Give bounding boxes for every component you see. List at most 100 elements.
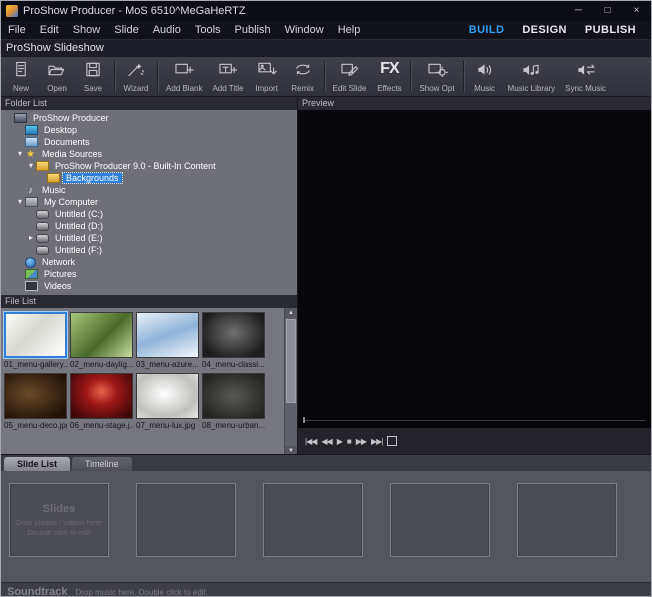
folder-item-label: Untitled (D:) (52, 221, 106, 231)
menu-item-file[interactable]: File (1, 24, 33, 36)
chevron-down-icon[interactable]: ▾ (15, 196, 25, 208)
main-area: Folder List ProShow ProducerDesktopDocum… (1, 96, 651, 454)
playback-play-button[interactable]: ▶ (337, 437, 342, 446)
speaker-icon (473, 60, 497, 78)
folder-item-label: ProShow Producer (30, 113, 112, 123)
menu-item-tools[interactable]: Tools (188, 24, 228, 36)
slide-placeholder[interactable] (390, 483, 490, 557)
toolbar-separator (114, 61, 115, 92)
file-name: 02_menu-daylig... (70, 360, 133, 369)
playback-stop-button[interactable]: ■ (347, 437, 351, 446)
folder-item-my-computer[interactable]: ▾My Computer (1, 196, 297, 208)
scrollbar-track[interactable] (285, 318, 297, 446)
scrollbar-thumb[interactable] (286, 319, 296, 403)
folder-item-proshow-producer-9-0-built-in-content[interactable]: ▾ProShow Producer 9.0 - Built-In Content (1, 160, 297, 172)
folder-item-network[interactable]: Network (1, 256, 297, 268)
menu-item-edit[interactable]: Edit (33, 24, 66, 36)
tab-timeline[interactable]: Timeline (72, 457, 132, 471)
toolbar-button-label: New (13, 84, 29, 93)
file-list-header: File List (1, 295, 297, 308)
mode-build[interactable]: BUILD (460, 24, 514, 36)
playback-fast-forward-button[interactable]: ▶▶ (356, 437, 366, 446)
playback-skip-end-button[interactable]: ▶▶| (371, 437, 382, 446)
show-options-icon (425, 60, 449, 78)
folder-item-untitled-e[interactable]: ▸Untitled (E:) (1, 232, 297, 244)
soundtrack-label: Soundtrack (7, 586, 68, 597)
slide-placeholder[interactable] (136, 483, 236, 557)
close-button[interactable]: × (622, 1, 651, 21)
toolbar-new-button[interactable]: New (3, 58, 39, 95)
folder-item-proshow-producer[interactable]: ProShow Producer (1, 112, 297, 124)
toolbar-effects-button[interactable]: FXEffects (371, 58, 407, 95)
folder-item-videos[interactable]: Videos (1, 280, 297, 292)
toolbar-show-opt-button[interactable]: Show Opt (414, 58, 459, 95)
file-item-08-menu-urban[interactable]: 08_menu-urban... (202, 373, 265, 430)
file-item-06-menu-stage-j[interactable]: 06_menu-stage.j... (70, 373, 133, 430)
toolbar-wizard-button[interactable]: Wizard (118, 58, 154, 95)
file-item-02-menu-daylig[interactable]: 02_menu-daylig... (70, 312, 133, 369)
menu-item-window[interactable]: Window (278, 24, 331, 36)
folder-item-media-sources[interactable]: ▾★Media Sources (1, 148, 297, 160)
folder-item-untitled-f[interactable]: Untitled (F:) (1, 244, 297, 256)
toolbar-edit-slide-button[interactable]: Edit Slide (328, 58, 372, 95)
menu-item-publish[interactable]: Publish (228, 24, 278, 36)
folder-item-pictures[interactable]: Pictures (1, 268, 297, 280)
chevron-right-icon[interactable]: ▸ (26, 232, 36, 244)
file-item-03-menu-azure[interactable]: 03_menu-azure... (136, 312, 199, 369)
toolbar-add-title-button[interactable]: Add Title (207, 58, 248, 95)
folder-item-label: Untitled (F:) (52, 245, 105, 255)
slide-placeholder[interactable] (263, 483, 363, 557)
file-item-05-menu-deco-jpg[interactable]: 05_menu-deco.jpg (4, 373, 67, 430)
folder-icon (36, 161, 49, 171)
left-panel: Folder List ProShow ProducerDesktopDocum… (1, 97, 298, 454)
playback-fullscreen-button[interactable] (387, 436, 397, 446)
folder-item-desktop[interactable]: Desktop (1, 124, 297, 136)
minimize-button[interactable]: ─ (564, 1, 593, 21)
toolbar-import-button[interactable]: Import (249, 58, 285, 95)
chevron-down-icon[interactable]: ▾ (15, 148, 25, 160)
folder-item-untitled-d[interactable]: Untitled (D:) (1, 220, 297, 232)
mode-design[interactable]: DESIGN (513, 24, 576, 36)
menu-item-show[interactable]: Show (66, 24, 108, 36)
menu-item-help[interactable]: Help (331, 24, 368, 36)
slide-placeholder[interactable] (517, 483, 617, 557)
preview-panel: Preview |◀◀◀◀▶■▶▶▶▶| (298, 97, 651, 454)
maximize-button[interactable]: □ (593, 1, 622, 21)
file-item-04-menu-classi[interactable]: 04_menu-classi... (202, 312, 265, 369)
toolbar-open-button[interactable]: Open (39, 58, 75, 95)
menu-item-slide[interactable]: Slide (107, 24, 145, 36)
toolbar-music-library-button[interactable]: Music Library (503, 58, 561, 95)
file-list-scrollbar[interactable]: ▲ ▼ (284, 308, 297, 456)
menu-item-audio[interactable]: Audio (146, 24, 188, 36)
scroll-up-icon[interactable]: ▲ (285, 308, 297, 318)
folder-item-untitled-c[interactable]: Untitled (C:) (1, 208, 297, 220)
soundtrack-hint: Drop music here. Double click to edit. (76, 588, 209, 597)
toolbar-sync-music-button[interactable]: Sync Music (560, 58, 611, 95)
folder-item-music[interactable]: ♪Music (1, 184, 297, 196)
mode-publish[interactable]: PUBLISH (576, 24, 645, 36)
transport-controls: |◀◀ ◀◀ ▶ ■ ▶▶ ▶▶| (298, 428, 651, 454)
tab-slide-list[interactable]: Slide List (4, 457, 70, 471)
remix-icon (291, 60, 315, 78)
file-item-07-menu-lux-jpg[interactable]: 07_menu-lux.jpg (136, 373, 199, 430)
toolbar-add-blank-button[interactable]: Add Blank (161, 58, 207, 95)
toolbar-button-label: Edit Slide (333, 84, 367, 93)
folder-item-label: Videos (41, 281, 74, 291)
chevron-down-icon[interactable]: ▾ (26, 160, 36, 172)
toolbar-button-label: Effects (377, 84, 401, 93)
preview-scrubber[interactable] (303, 420, 646, 421)
toolbar-save-button[interactable]: Save (75, 58, 111, 95)
toolbar-music-button[interactable]: Music (467, 58, 503, 95)
folder-item-backgrounds[interactable]: Backgrounds (1, 172, 297, 184)
file-item-01-menu-gallery[interactable]: 01_menu-gallery... (4, 312, 67, 369)
playback-skip-start-button[interactable]: |◀◀ (305, 437, 316, 446)
toolbar-button-label: Add Blank (166, 84, 202, 93)
toolbar-remix-button[interactable]: Remix (285, 58, 321, 95)
soundtrack-bar[interactable]: Soundtrack Drop music here. Double click… (1, 582, 651, 597)
file-thumbnail (202, 312, 265, 358)
playback-rewind-button[interactable]: ◀◀ (321, 437, 331, 446)
folder-item-documents[interactable]: Documents (1, 136, 297, 148)
slide-placeholder[interactable]: SlidesDrop photos / videos hereDouble cl… (9, 483, 109, 557)
folder-list-header: Folder List (1, 97, 297, 110)
network-icon (25, 257, 36, 268)
